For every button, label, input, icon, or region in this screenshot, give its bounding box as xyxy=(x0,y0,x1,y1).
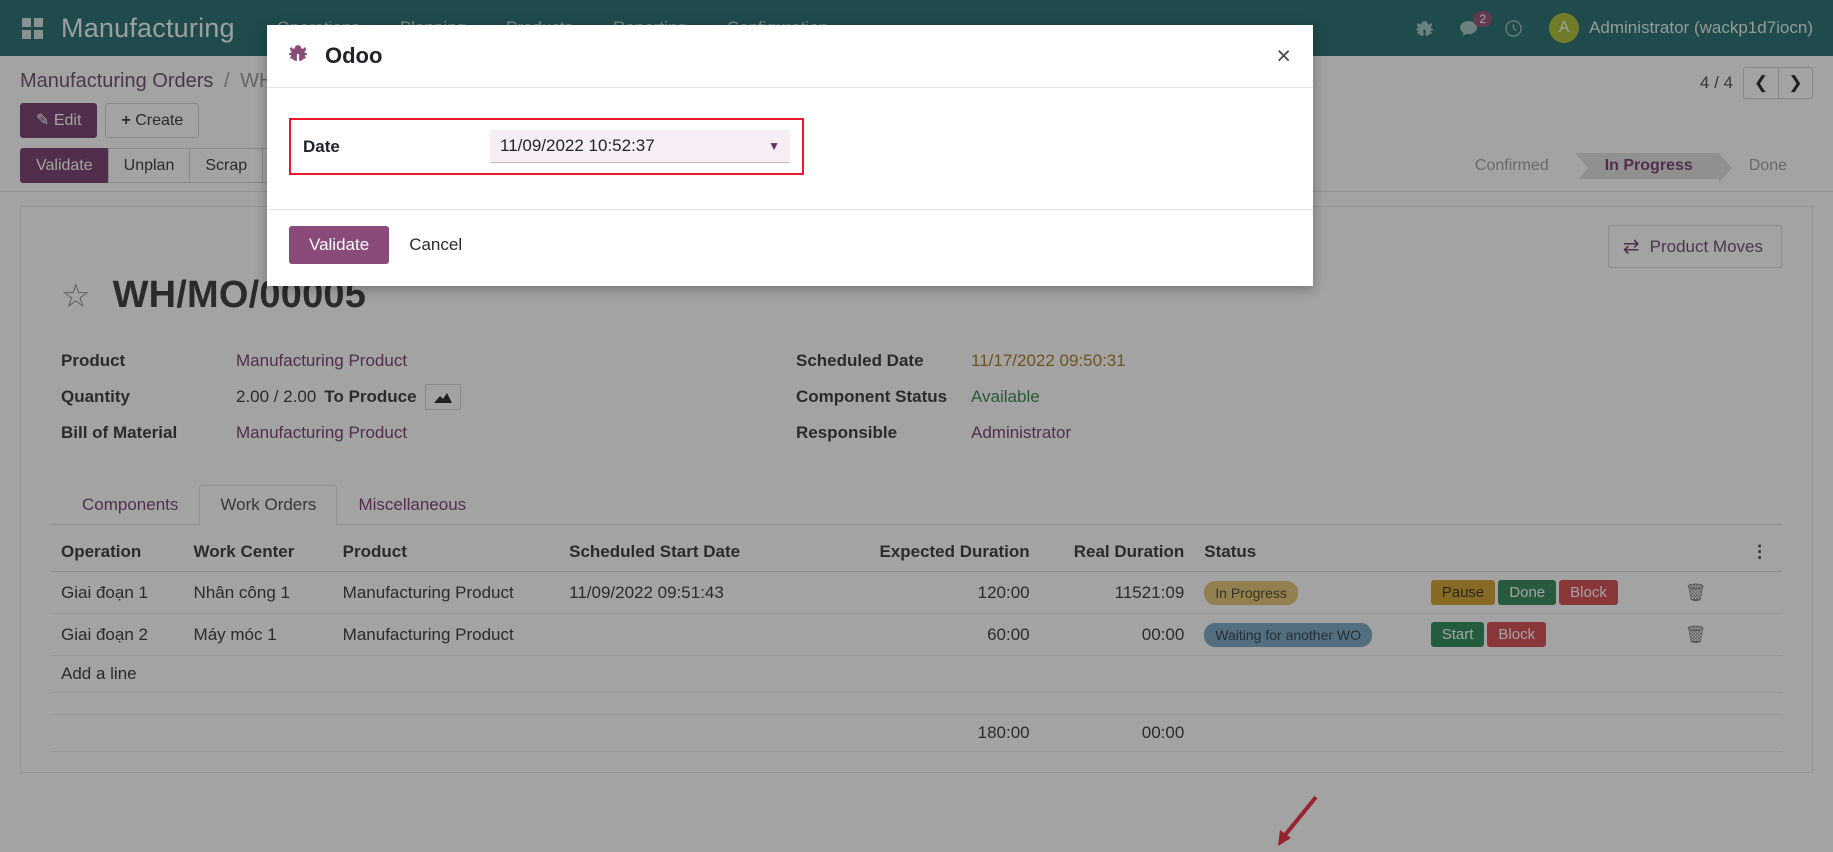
date-field-highlight: Date ▼ xyxy=(289,118,804,175)
date-input-wrapper[interactable]: ▼ xyxy=(490,130,790,163)
modal-header: Odoo × xyxy=(267,25,1313,88)
modal-body: Date ▼ xyxy=(267,88,1313,209)
odoo-manufacturing-order-page: Manufacturing Operations Planning Produc… xyxy=(0,0,1833,852)
modal-validate-button[interactable]: Validate xyxy=(289,226,389,264)
modal-cancel-button[interactable]: Cancel xyxy=(401,226,470,264)
close-icon[interactable]: × xyxy=(1276,44,1291,69)
date-label: Date xyxy=(303,137,478,157)
modal-title: Odoo xyxy=(325,43,382,69)
caret-down-icon[interactable]: ▼ xyxy=(768,139,780,153)
bug-icon xyxy=(289,44,307,68)
odoo-date-dialog: Odoo × Date ▼ Validate Cancel xyxy=(267,25,1313,286)
modal-footer: Validate Cancel xyxy=(267,209,1313,286)
date-input[interactable] xyxy=(500,136,768,156)
